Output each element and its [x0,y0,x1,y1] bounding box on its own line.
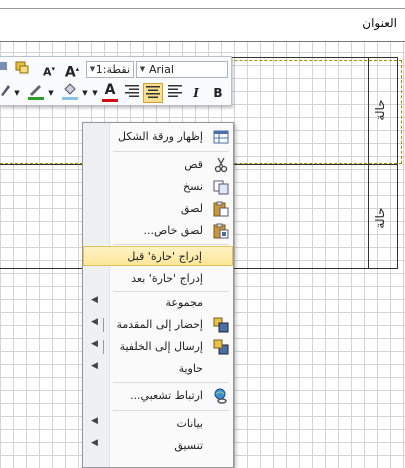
mini-toolbar-row-1: A▾ A▴ ▼ 1:نقطة ▼ Arial [0,59,232,81]
grow-font-label: A [64,64,76,81]
grow-font-button[interactable]: A▴ [62,59,82,81]
menu-item-hyperlink[interactable]: ارتباط تشعبي... [83,385,233,407]
bring-to-front-icon [213,317,229,333]
paste-icon [213,201,229,217]
menu-label: تنسيق [174,439,203,452]
menu-item-copy[interactable]: نسخ [83,176,233,198]
pen-dropdown-icon[interactable]: ▼ [47,83,55,103]
line-color-dropdown-icon[interactable]: ▼ [13,83,21,103]
canvas-top [0,0,405,8]
lane-2-label[interactable]: حالة [373,203,393,233]
highlight-tool-icon[interactable] [13,59,31,79]
menu-label: نسخ [183,180,203,193]
font-color-label: A [104,82,116,98]
menu-item-data[interactable]: بيانات ◀ [83,413,233,435]
menu-separator [113,410,229,411]
menu-item-container[interactable]: حاوية ◀ [83,358,233,380]
split-divider [103,340,104,354]
font-name-value: Arial [149,63,174,76]
submenu-arrow-icon: ◀ [91,361,98,371]
submenu-arrow-icon: ◀ [91,438,98,448]
shapesheet-icon [213,129,229,145]
menu-label: لصق [180,202,203,215]
menu-label: ارتباط تشعبي... [130,389,203,402]
submenu-arrow-icon: ◀ [91,416,98,426]
menu-item-send-to-back[interactable]: إرسال إلى الخلفية ◀ [83,336,233,358]
menu-label: حاوية [178,362,203,375]
menu-item-insert-lane-before[interactable]: إدراج 'حارة' قبل [83,246,233,266]
menu-item-show-shapesheet[interactable]: إظهار ورقة الشكل [83,126,233,148]
line-color-pen-icon[interactable] [25,83,47,103]
menu-item-group[interactable]: مجموعة ◀ [83,292,233,314]
menu-item-format[interactable]: تنسيق ◀ [83,435,233,457]
font-name-combo[interactable]: ▼ Arial [136,61,228,78]
diagram-title-band[interactable] [0,8,405,42]
hyperlink-globe-icon [213,388,229,404]
menu-label: لصق خاص... [143,224,203,237]
context-menu: إظهار ورقة الشكل قص نسخ لصق لصق خاص... إ… [82,122,234,468]
font-size-combo[interactable]: ▼ 1:نقطة [86,61,134,78]
font-size-value: 1:نقطة [95,63,130,76]
mini-toolbar-row-2: ▼ ▼ ▼ ▼ A I B [0,83,232,105]
copy-icon [213,179,229,195]
menu-separator [113,382,229,383]
align-right-icon[interactable] [122,83,142,103]
menu-label: بيانات [176,417,203,430]
menu-label: إظهار ورقة الشكل [118,130,203,143]
format-painter-icon[interactable] [0,59,10,79]
submenu-arrow-icon: ◀ [91,339,98,349]
send-to-back-icon [213,339,229,355]
menu-label: إدراج 'حارة' بعد [131,272,203,285]
menu-item-paste-special[interactable]: لصق خاص... [83,220,233,242]
submenu-arrow-icon: ◀ [91,317,98,327]
fill-color-icon[interactable] [59,83,81,103]
align-center-button[interactable] [143,83,163,103]
split-divider [103,318,104,332]
menu-label: إرسال إلى الخلفية [119,340,203,353]
font-color-bar [102,99,118,102]
lane-1-label[interactable]: حالة [373,95,393,125]
italic-button[interactable]: I [186,83,206,103]
bold-button[interactable]: B [208,83,228,103]
mini-toolbar: A▾ A▴ ▼ 1:نقطة ▼ Arial ▼ ▼ ▼ ▼ A I B [0,56,232,106]
align-left-icon[interactable] [165,83,185,103]
fill-dropdown-icon[interactable]: ▼ [81,83,89,103]
menu-separator [113,151,229,152]
menu-label: قص [184,158,203,171]
menu-separator [113,244,229,245]
font-name-dropdown-icon[interactable]: ▼ [138,62,147,77]
shrink-font-label: A [42,65,52,79]
menu-label: مجموعة [165,296,204,309]
menu-label: إحضار إلى المقدمة [116,318,203,331]
menu-item-paste[interactable]: لصق [83,198,233,220]
submenu-arrow-icon: ◀ [91,295,98,305]
menu-item-cut[interactable]: قص [83,154,233,176]
shrink-font-button[interactable]: A▾ [40,59,58,79]
scissors-icon [213,157,229,173]
font-color-button[interactable]: A [100,83,120,103]
paste-special-icon [213,223,229,239]
diagram-title: العنوان [362,16,397,30]
line-color-icon[interactable] [0,83,12,103]
menu-label: إدراج 'حارة' قبل [127,250,202,263]
menu-item-bring-to-front[interactable]: إحضار إلى المقدمة ◀ [83,314,233,336]
font-color-dropdown-icon[interactable]: ▼ [91,83,99,103]
menu-item-insert-lane-after[interactable]: إدراج 'حارة' بعد [83,268,233,290]
align-center-icon [146,86,160,98]
